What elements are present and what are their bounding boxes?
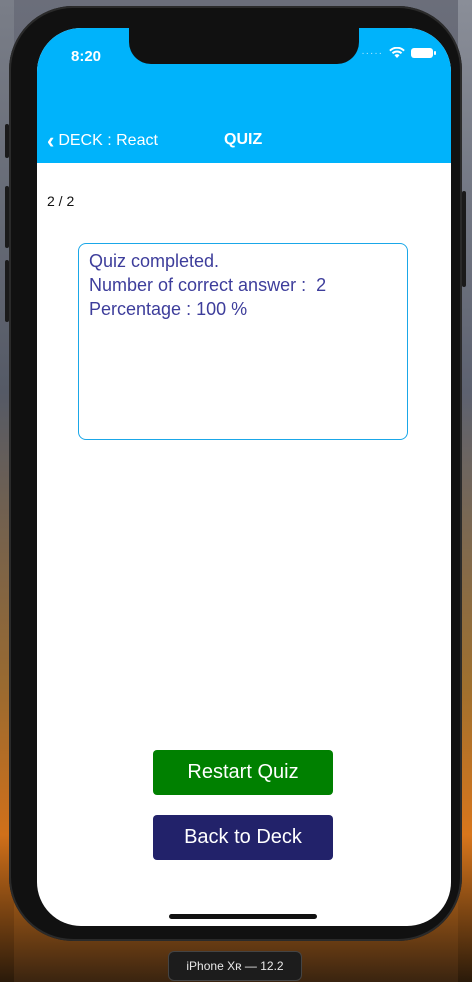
navigation-header: 8:20 ····· ‹ DECK : React QUIZ bbox=[37, 28, 451, 163]
wifi-icon bbox=[389, 47, 405, 58]
back-button[interactable]: ‹ DECK : React bbox=[47, 130, 158, 152]
back-to-deck-button[interactable]: Back to Deck bbox=[153, 815, 333, 860]
power-button bbox=[462, 191, 466, 287]
result-percentage-line: Percentage : 100 % bbox=[89, 299, 248, 319]
back-button-label: DECK : React bbox=[58, 132, 158, 149]
mute-switch bbox=[5, 124, 9, 158]
volume-down-button bbox=[5, 260, 9, 322]
device-label-text: iPhone Xʀ — 12.2 bbox=[186, 959, 284, 973]
question-counter: 2 / 2 bbox=[47, 193, 75, 209]
quiz-result-card: Quiz completed. Number of correct answer… bbox=[78, 243, 408, 440]
page-title: QUIZ bbox=[224, 131, 263, 148]
battery-icon bbox=[411, 48, 436, 58]
status-time: 8:20 bbox=[71, 48, 102, 65]
cellular-signal-icon: ····· bbox=[361, 47, 383, 59]
app-screen: 8:20 ····· ‹ DECK : React QUIZ 2 / 2 Qui… bbox=[37, 28, 451, 926]
chevron-left-icon: ‹ bbox=[47, 128, 55, 153]
device-notch bbox=[129, 28, 359, 64]
back-to-deck-label: Back to Deck bbox=[184, 826, 302, 848]
home-indicator[interactable] bbox=[169, 914, 317, 919]
restart-quiz-label: Restart Quiz bbox=[187, 761, 299, 783]
status-icons: ····· bbox=[361, 47, 436, 59]
simulator-device-label: iPhone Xʀ — 12.2 bbox=[168, 951, 302, 981]
iphone-frame: 8:20 ····· ‹ DECK : React QUIZ 2 / 2 Qui… bbox=[5, 6, 466, 941]
restart-quiz-button[interactable]: Restart Quiz bbox=[153, 750, 333, 795]
result-status-line: Quiz completed. bbox=[89, 251, 220, 271]
volume-up-button bbox=[5, 186, 9, 248]
result-correct-count-line: Number of correct answer : 2 bbox=[89, 275, 327, 295]
